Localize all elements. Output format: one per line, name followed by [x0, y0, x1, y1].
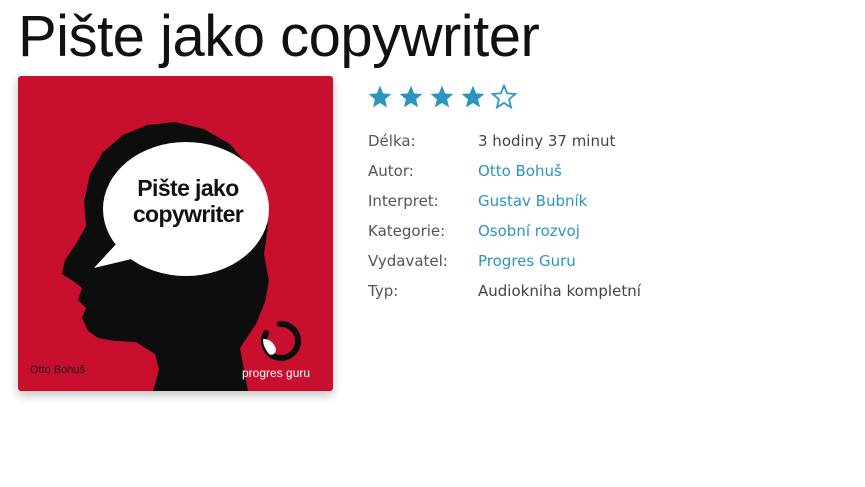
page-title: Pište jako copywriter [18, 4, 540, 69]
detail-row: Kategorie: Osobní rozvoj [368, 216, 708, 246]
detail-row: Vydavatel: Progres Guru [368, 246, 708, 276]
detail-label: Typ: [368, 282, 399, 300]
cover-title-line1: Pište jako [137, 175, 239, 201]
cover-title: Pište jako copywriter [122, 175, 254, 227]
audiobook-cover[interactable]: Pište jako copywriter Otto Bohuš progres… [18, 76, 333, 391]
detail-link[interactable]: Progres Guru [478, 252, 576, 270]
detail-label: Vydavatel: [368, 252, 448, 270]
detail-label: Délka: [368, 132, 416, 150]
details-list: Délka: 3 hodiny 37 minut Autor: Otto Bohuš I… [368, 126, 708, 306]
detail-label: Autor: [368, 162, 414, 180]
star-filled-icon[interactable] [460, 84, 486, 110]
star-filled-icon[interactable] [398, 84, 424, 110]
cover-author: Otto Bohuš [30, 364, 86, 376]
detail-link[interactable]: Osobní rozvoj [478, 222, 580, 240]
star-rating[interactable] [367, 84, 517, 110]
detail-value: 3 hodiny 37 minut [478, 132, 616, 150]
star-filled-icon[interactable] [429, 84, 455, 110]
detail-row: Typ: Audiokniha kompletní [368, 276, 708, 306]
detail-value: Audiokniha kompletní [478, 282, 641, 300]
star-filled-icon[interactable] [367, 84, 393, 110]
detail-row: Interpret: Gustav Bubník [368, 186, 708, 216]
cover-title-line2: copywriter [132, 201, 244, 227]
star-empty-icon[interactable] [491, 84, 517, 110]
detail-row: Autor: Otto Bohuš [368, 156, 708, 186]
detail-link[interactable]: Otto Bohuš [478, 162, 562, 180]
detail-label: Interpret: [368, 192, 439, 210]
detail-link[interactable]: Gustav Bubník [478, 192, 587, 210]
cover-publisher: progres guru [242, 366, 311, 380]
detail-row: Délka: 3 hodiny 37 minut [368, 126, 708, 156]
publisher-logo-icon [261, 320, 301, 361]
detail-label: Kategorie: [368, 222, 446, 240]
